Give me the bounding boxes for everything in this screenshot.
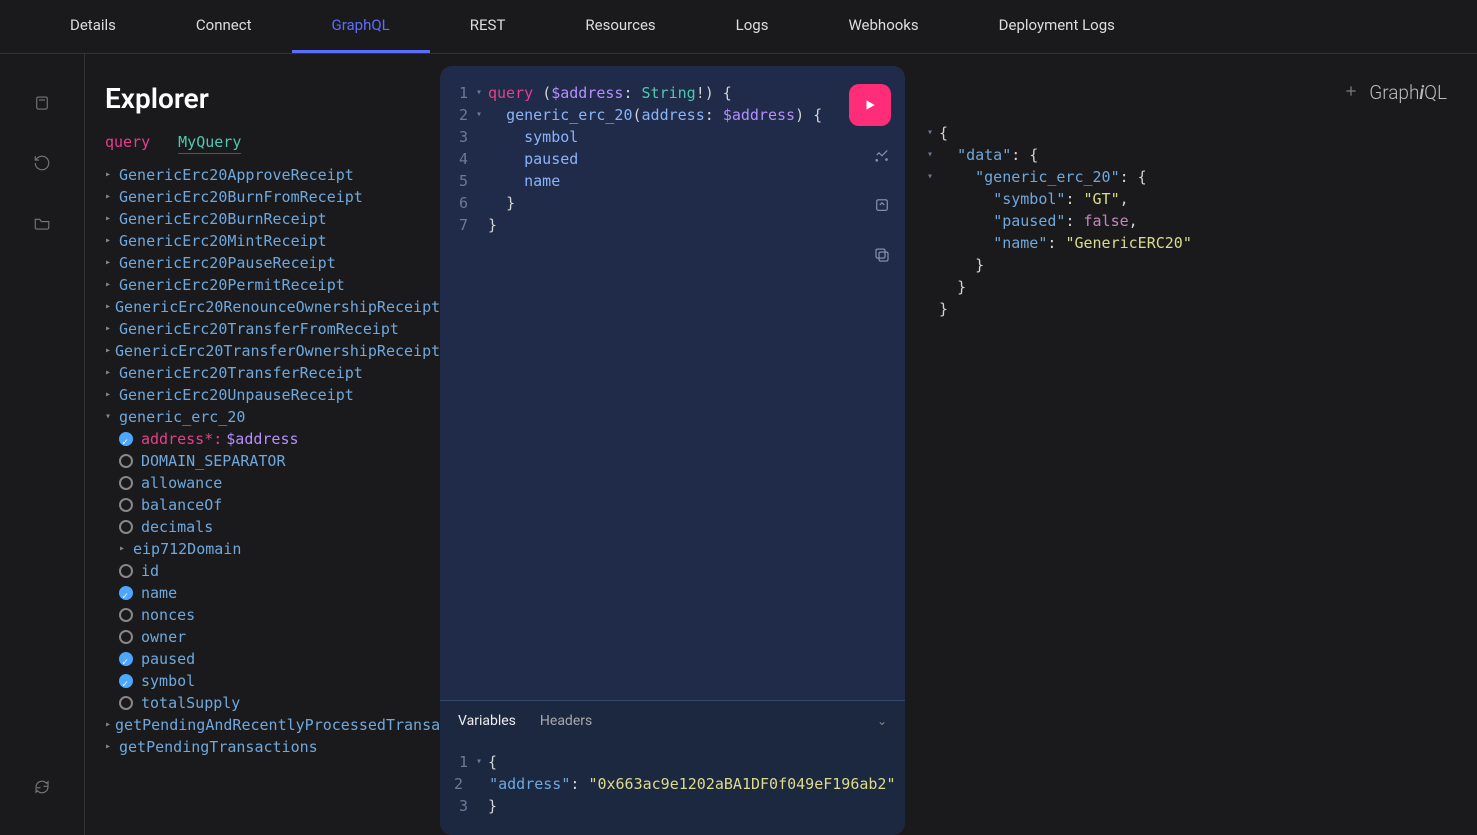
code-line[interactable]: 2 "address": "0x663ac9e1202aBA1DF0f049eF… [454, 773, 891, 795]
explorer-field[interactable]: id [119, 560, 440, 582]
explorer-field[interactable]: name [119, 582, 440, 604]
explorer-type[interactable]: ▸GenericErc20PermitReceipt [105, 274, 440, 296]
explorer-type[interactable]: ▸GenericErc20BurnReceipt [105, 208, 440, 230]
explorer-type[interactable]: ▸GenericErc20TransferFromReceipt [105, 318, 440, 340]
explorer-field[interactable]: symbol [119, 670, 440, 692]
code-line[interactable]: 2▾ generic_erc_20(address: $address) { [454, 104, 855, 126]
tab-webhooks[interactable]: Webhooks [808, 0, 958, 53]
folder-icon[interactable] [33, 214, 51, 236]
variables-panel: Variables Headers ⌄ 1▾{2 "address": "0x6… [440, 700, 905, 835]
code-line[interactable]: 3} [454, 795, 891, 817]
top-tabs: DetailsConnectGraphQLRESTResourcesLogsWe… [0, 0, 1477, 54]
explorer-field[interactable]: paused [119, 648, 440, 670]
docs-icon[interactable] [33, 94, 51, 116]
tab-deployment-logs[interactable]: Deployment Logs [959, 0, 1155, 53]
explorer-field[interactable]: balanceOf [119, 494, 440, 516]
icon-sidebar [0, 54, 85, 835]
history-icon[interactable] [33, 154, 51, 176]
explorer-type[interactable]: ▸getPendingTransactions [105, 736, 440, 758]
explorer-type[interactable]: ▸GenericErc20MintReceipt [105, 230, 440, 252]
explorer-panel: Explorer query MyQuery ▸GenericErc20Appr… [85, 54, 440, 835]
explorer-arg[interactable]: address*: $address [119, 428, 440, 450]
explorer-type[interactable]: ▸GenericErc20PauseReceipt [105, 252, 440, 274]
code-line[interactable]: ▾ "generic_erc_20": { [927, 166, 1447, 188]
tab-rest[interactable]: REST [430, 0, 546, 53]
tab-connect[interactable]: Connect [156, 0, 292, 53]
workspace: 1▾query ($address: String!) {2▾ generic_… [440, 54, 1477, 835]
tab-resources[interactable]: Resources [545, 0, 695, 53]
tab-graphql[interactable]: GraphQL [292, 0, 430, 53]
explorer-field[interactable]: decimals [119, 516, 440, 538]
explorer-field[interactable]: DOMAIN_SEPARATOR [119, 450, 440, 472]
code-line[interactable]: } [927, 276, 1447, 298]
explorer-type-open[interactable]: ▾generic_erc_20 [105, 406, 440, 428]
collapse-vars-icon[interactable]: ⌄ [877, 714, 887, 728]
explorer-field[interactable]: nonces [119, 604, 440, 626]
explorer-tree: ▸GenericErc20ApproveReceipt▸GenericErc20… [105, 164, 440, 758]
code-line[interactable]: 1▾query ($address: String!) { [454, 82, 855, 104]
code-line[interactable]: 1▾{ [454, 751, 891, 773]
explorer-type[interactable]: ▸GenericErc20ApproveReceipt [105, 164, 440, 186]
refresh-icon[interactable] [33, 778, 51, 800]
explorer-type[interactable]: ▸GenericErc20TransferReceipt [105, 362, 440, 384]
add-tab-icon[interactable] [1343, 81, 1359, 104]
tab-details[interactable]: Details [30, 0, 156, 53]
explorer-field[interactable]: totalSupply [119, 692, 440, 714]
result-panel: GraphiQL ▾{▾ "data": {▾ "generic_erc_20"… [905, 66, 1469, 835]
code-line[interactable]: 6 } [454, 192, 855, 214]
code-line[interactable]: ▾{ [927, 122, 1447, 144]
query-keyword[interactable]: query [105, 133, 150, 154]
execute-button[interactable] [849, 84, 891, 126]
explorer-field[interactable]: allowance [119, 472, 440, 494]
code-line[interactable]: "symbol": "GT", [927, 188, 1447, 210]
explorer-field[interactable]: owner [119, 626, 440, 648]
code-line[interactable]: } [927, 254, 1447, 276]
explorer-type[interactable]: ▸GenericErc20RenounceOwnershipReceipt [105, 296, 440, 318]
explorer-title: Explorer [105, 82, 440, 115]
prettify-icon[interactable] [873, 146, 891, 168]
explorer-type[interactable]: ▸getPendingAndRecentlyProcessedTransacti… [105, 714, 440, 736]
variables-tab[interactable]: Variables [458, 713, 516, 729]
merge-icon[interactable] [873, 196, 891, 218]
code-line[interactable]: ▾ "data": { [927, 144, 1447, 166]
code-line[interactable]: } [927, 298, 1447, 320]
query-editor: 1▾query ($address: String!) {2▾ generic_… [440, 66, 905, 835]
explorer-type[interactable]: ▸GenericErc20UnpauseReceipt [105, 384, 440, 406]
code-line[interactable]: 5 name [454, 170, 855, 192]
explorer-field[interactable]: ▸eip712Domain [119, 538, 440, 560]
code-line[interactable]: 7} [454, 214, 855, 236]
explorer-type[interactable]: ▸GenericErc20BurnFromReceipt [105, 186, 440, 208]
graphiql-logo: GraphiQL [1369, 81, 1447, 104]
copy-icon[interactable] [873, 246, 891, 268]
code-line[interactable]: "paused": false, [927, 210, 1447, 232]
explorer-type[interactable]: ▸GenericErc20TransferOwnershipReceipt [105, 340, 440, 362]
code-line[interactable]: 3 symbol [454, 126, 855, 148]
headers-tab[interactable]: Headers [540, 713, 592, 729]
query-name-input[interactable]: MyQuery [178, 133, 241, 154]
code-line[interactable]: "name": "GenericERC20" [927, 232, 1447, 254]
code-line[interactable]: 4 paused [454, 148, 855, 170]
tab-logs[interactable]: Logs [696, 0, 809, 53]
